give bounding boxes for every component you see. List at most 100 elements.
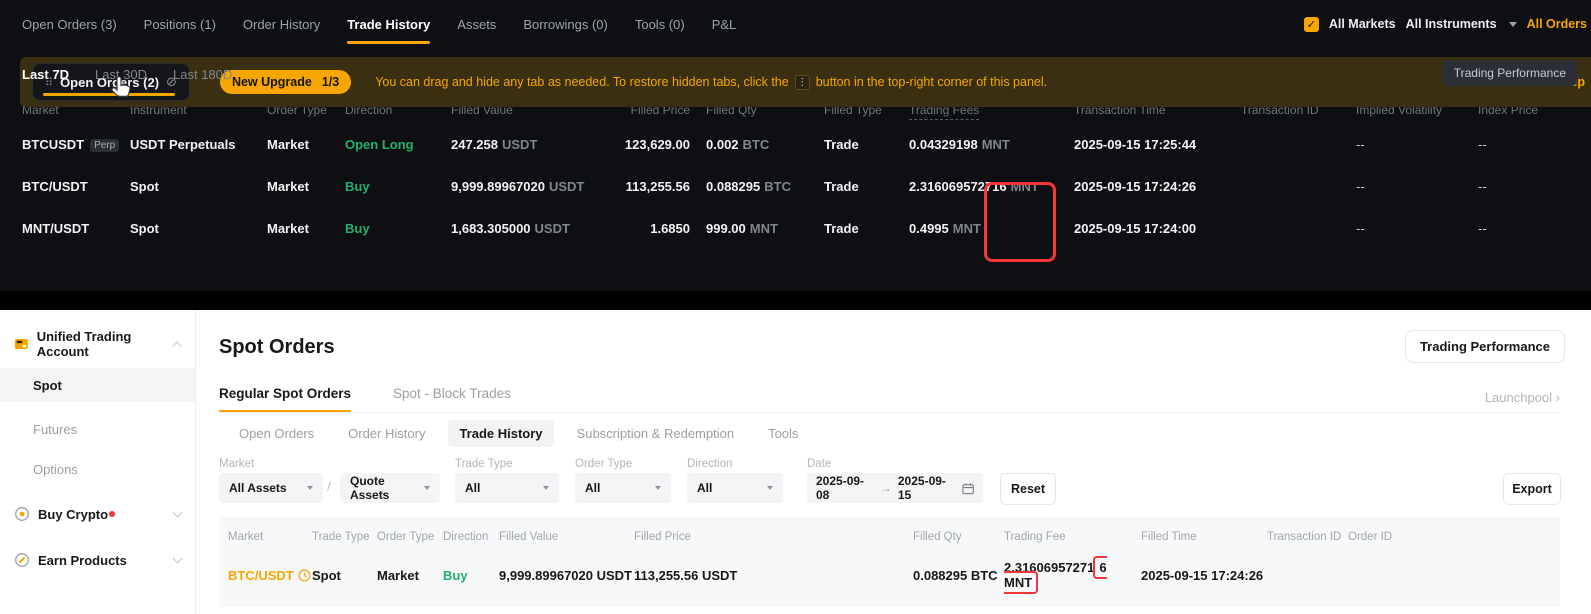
market-filter-label: Market: [219, 458, 254, 470]
transaction-time-cell: 2025-09-15 17:24:26: [1074, 179, 1241, 194]
tab-borrowings[interactable]: Borrowings (0): [523, 0, 608, 48]
col-transaction-id: Transaction ID: [1267, 531, 1348, 543]
filled-value: 1,683.305000: [451, 221, 531, 236]
table-row[interactable]: BTC/USDT Spot Market Buy 9,999.89967020U…: [0, 165, 1591, 207]
trade-type-select[interactable]: All: [455, 473, 559, 503]
direction-cell: Buy: [443, 568, 499, 583]
order-type-filter-label: Order Type: [575, 458, 632, 470]
quote-asset-select[interactable]: Quote Assets: [340, 473, 440, 503]
tab-order-history[interactable]: Order History: [243, 0, 320, 48]
trading-performance-button-dark[interactable]: Trading Performance: [1443, 60, 1577, 86]
trading-fee: 2.316069572716: [909, 179, 1007, 194]
implied-volatility-cell: --: [1356, 137, 1478, 152]
sidebar-item-options[interactable]: Options: [33, 462, 78, 477]
caret-down-icon: [655, 486, 661, 490]
chevron-down-icon[interactable]: [1509, 22, 1517, 27]
table-row[interactable]: MNT/USDT Spot Market Buy 1,683.305000USD…: [0, 207, 1591, 249]
caret-down-icon: [424, 486, 430, 490]
tab-tools[interactable]: Tools (0): [635, 0, 685, 48]
order-type-select[interactable]: All: [575, 473, 671, 503]
sidebar-item-spot[interactable]: Spot: [0, 368, 195, 402]
transaction-time-cell: 2025-09-15 17:24:00: [1074, 221, 1241, 236]
order-type-cell: Market: [267, 179, 345, 194]
market-symbol[interactable]: BTCUSDT: [22, 137, 84, 152]
col-order-id: Order ID: [1348, 531, 1560, 543]
caret-down-icon: [307, 486, 313, 490]
base-asset-select[interactable]: All Assets: [219, 473, 323, 503]
export-button[interactable]: Export: [1503, 473, 1561, 505]
filled-value-unit: USDT: [502, 137, 537, 152]
market-symbol[interactable]: BTC/USDT: [228, 568, 312, 583]
col-trading-fee: Trading Fee: [1004, 531, 1141, 543]
chevron-down-icon[interactable]: [173, 554, 183, 564]
all-markets-checkbox[interactable]: ✓: [1304, 17, 1319, 32]
table-row[interactable]: BTCUSDTPerp USDT Perpetuals Market Open …: [0, 123, 1591, 165]
launchpool-link[interactable]: Launchpool ›: [1485, 390, 1560, 405]
market-symbol[interactable]: BTC/USDT: [22, 179, 130, 194]
market-symbol[interactable]: MNT/USDT: [22, 221, 130, 236]
tab-trade-history[interactable]: Trade History: [347, 0, 430, 48]
subtab-tools[interactable]: Tools: [757, 420, 809, 447]
filled-type-cell: Trade: [824, 179, 909, 194]
subtab-order-history[interactable]: Order History: [337, 420, 436, 447]
perp-badge: Perp: [90, 139, 119, 152]
trading-fee: 0.04329198: [909, 137, 978, 152]
subtab-subscription-redemption[interactable]: Subscription & Redemption: [566, 420, 746, 447]
spot-orders-tabs: Regular Spot Orders Spot - Block Trades: [219, 386, 511, 413]
caret-down-icon: [767, 486, 773, 490]
all-markets-label[interactable]: All Markets: [1329, 17, 1396, 31]
tab-positions[interactable]: Positions (1): [144, 0, 216, 48]
range-last-180d[interactable]: Last 180D: [173, 67, 232, 82]
sidebar-item-label: Unified Trading Account: [37, 329, 175, 359]
all-orders-link[interactable]: All Orders: [1527, 17, 1587, 31]
trading-performance-button[interactable]: Trading Performance: [1405, 330, 1565, 363]
trading-fee-unit: MNT: [953, 221, 981, 236]
tab-spot-block-trades[interactable]: Spot - Block Trades: [393, 386, 511, 413]
buy-crypto-icon: [14, 506, 30, 522]
sidebar-item-futures[interactable]: Futures: [33, 422, 77, 437]
sidebar-item-unified-trading-account[interactable]: Unified Trading Account: [0, 332, 195, 356]
filled-qty-unit: BTC: [764, 179, 791, 194]
tab-pnl[interactable]: P&L: [712, 0, 737, 48]
filled-qty-unit: BTC: [743, 137, 770, 152]
date-from: 2025-09-08: [816, 474, 874, 502]
page-title: Spot Orders: [219, 336, 335, 359]
instrument-cell: USDT Perpetuals: [130, 137, 267, 152]
tab-regular-spot-orders[interactable]: Regular Spot Orders: [219, 386, 351, 413]
filled-qty-unit: MNT: [750, 221, 778, 236]
subtab-trade-history[interactable]: Trade History: [448, 420, 553, 447]
date-range-picker[interactable]: 2025-09-08 → 2025-09-15: [807, 473, 983, 503]
earn-products-icon: [14, 552, 30, 568]
spot-orders-page: Unified Trading Account Spot Futures Opt…: [0, 310, 1591, 614]
trade-type-filter-label: Trade Type: [455, 458, 513, 470]
col-filled-value: Filled Value: [499, 531, 634, 543]
subtab-open-orders[interactable]: Open Orders: [228, 420, 325, 447]
tab-open-orders[interactable]: Open Orders (3): [22, 0, 117, 48]
pair-slash: /: [327, 478, 331, 494]
notification-dot: [109, 511, 115, 517]
direction-filter-label: Direction: [687, 458, 732, 470]
filled-value: 9,999.89967020: [451, 179, 545, 194]
col-market: Market: [228, 531, 312, 543]
direction-cell: Buy: [345, 179, 451, 194]
filled-qty: 0.002: [706, 137, 739, 152]
direction-select[interactable]: All: [687, 473, 783, 503]
spot-orders-subtabs: Open Orders Order History Trade History …: [228, 420, 809, 447]
filled-time-cell: 2025-09-15 17:24:26: [1141, 568, 1267, 583]
reset-button[interactable]: Reset: [1000, 473, 1056, 505]
filled-qty: 0.088295: [706, 179, 760, 194]
col-filled-qty: Filled Qty: [913, 531, 1004, 543]
tabbar-right-controls: ✓ All Markets All Instruments All Orders: [1304, 0, 1587, 48]
table-row[interactable]: BTC/USDT Spot Market Buy 9,999.89967020 …: [219, 560, 1560, 590]
filled-type-cell: Trade: [824, 221, 909, 236]
range-last-7d[interactable]: Last 7D: [22, 67, 69, 82]
sidebar-item-earn-products[interactable]: Earn Products: [0, 548, 195, 572]
pair-info-icon[interactable]: [298, 569, 311, 582]
trade-type-cell: Spot: [312, 568, 377, 583]
chevron-down-icon[interactable]: [173, 508, 183, 518]
instrument-cell: Spot: [130, 221, 267, 236]
sidebar-item-buy-crypto[interactable]: Buy Crypto: [0, 502, 195, 526]
tab-assets[interactable]: Assets: [457, 0, 496, 48]
calendar-icon: [962, 482, 974, 495]
all-instruments-dropdown[interactable]: All Instruments: [1406, 17, 1497, 31]
